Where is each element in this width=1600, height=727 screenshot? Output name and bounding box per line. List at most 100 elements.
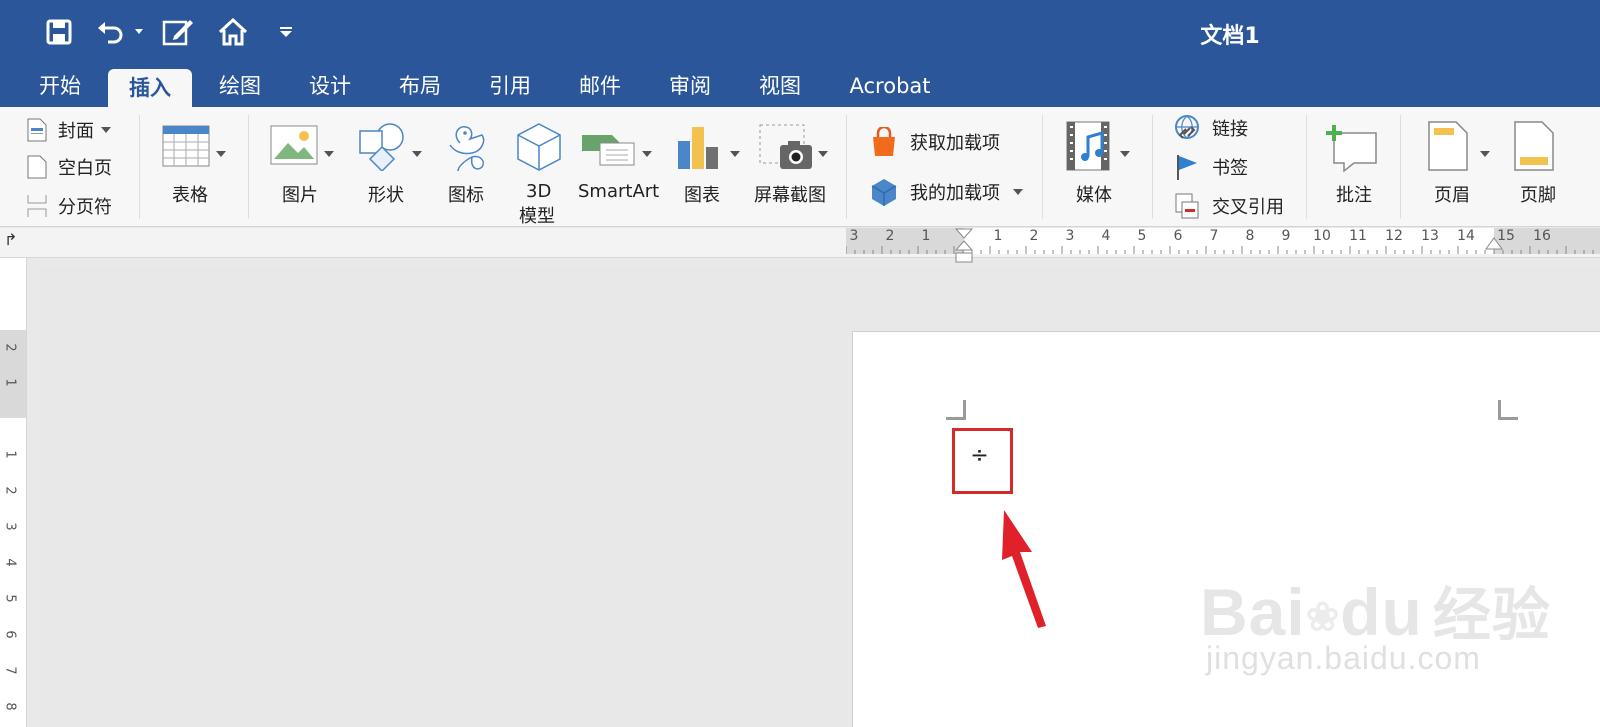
link-icon <box>1175 115 1199 139</box>
ruler-number: 5 <box>1137 228 1147 244</box>
my-addins-dropdown-icon[interactable] <box>1013 189 1023 195</box>
picture-label: 图片 <box>282 185 318 206</box>
table-label: 表格 <box>172 185 208 206</box>
get-addins-button[interactable]: 获取加载项 <box>870 125 1000 159</box>
vruler-number: 1 <box>2 450 18 459</box>
smartart-dropdown-icon[interactable] <box>642 151 652 157</box>
blank-page-icon <box>27 155 47 179</box>
smartart-icon <box>582 135 635 166</box>
chart-button[interactable]: 图表 <box>674 121 744 217</box>
annotation-arrow <box>1002 510 1046 628</box>
table-dropdown-icon[interactable] <box>216 151 226 157</box>
vruler-number: 5 <box>2 594 18 603</box>
screenshot-dropdown-icon[interactable] <box>818 151 828 157</box>
media-label: 媒体 <box>1076 185 1112 206</box>
cover-dropdown-icon[interactable] <box>101 127 111 133</box>
vruler-number: 7 <box>2 666 18 675</box>
document-title: 文档1 <box>1200 24 1260 49</box>
ruler-number: 12 <box>1385 228 1403 244</box>
undo-icon[interactable] <box>94 14 128 50</box>
save-icon[interactable] <box>42 14 76 50</box>
header-dropdown-icon[interactable] <box>1480 151 1490 157</box>
shapes-icon <box>359 123 404 171</box>
screenshot-button[interactable]: 屏幕截图 <box>752 121 838 217</box>
link-button[interactable]: 链接 <box>1174 113 1248 143</box>
header-button[interactable]: 页眉 <box>1424 121 1494 217</box>
picture-icon <box>270 125 318 165</box>
tab-review[interactable]: 审阅 <box>652 67 728 107</box>
picture-dropdown-icon[interactable] <box>324 151 334 157</box>
vruler-number: 2 <box>2 486 18 495</box>
tab-view[interactable]: 视图 <box>742 67 818 107</box>
picture-button[interactable]: 图片 <box>268 121 340 217</box>
ruler-number: 10 <box>1313 228 1331 244</box>
right-indent-marker-icon[interactable] <box>1484 236 1504 256</box>
ruler-number: 16 <box>1533 228 1551 244</box>
word-window: 文档1 开始 插入 绘图 设计 布局 引用 邮件 审阅 视图 Acrobat 封… <box>0 0 1600 727</box>
3d-model-button[interactable]: 3D 模型 <box>512 121 566 227</box>
tab-acrobat[interactable]: Acrobat <box>838 67 942 107</box>
my-addins-button[interactable]: 我的加载项 <box>870 175 1000 209</box>
blank-page-button[interactable]: 空白页 <box>26 154 112 180</box>
shapes-button[interactable]: 形状 <box>356 121 426 217</box>
ribbon-separator <box>1400 115 1401 219</box>
page-break-button[interactable]: 分页符 <box>26 193 112 219</box>
indent-marker-icon[interactable] <box>954 228 974 264</box>
ruler-number: 13 <box>1421 228 1439 244</box>
blank-page-label: 空白页 <box>58 158 112 179</box>
footer-label: 页脚 <box>1520 185 1556 206</box>
vruler-number: 3 <box>2 522 18 531</box>
table-button[interactable]: 表格 <box>160 121 234 217</box>
tab-draw[interactable]: 绘图 <box>202 67 278 107</box>
ruler-number: 8 <box>1245 228 1255 244</box>
ribbon-tabs: 开始 插入 绘图 设计 布局 引用 邮件 审阅 视图 Acrobat <box>0 67 1600 109</box>
footer-button[interactable]: 页脚 <box>1510 121 1580 217</box>
vruler-number: 8 <box>2 702 18 711</box>
ruler-number: 14 <box>1457 228 1475 244</box>
screenshot-label: 屏幕截图 <box>754 185 826 206</box>
shapes-label: 形状 <box>368 185 404 206</box>
media-button[interactable]: 媒体 <box>1064 121 1134 217</box>
cover-page-button[interactable]: 封面 <box>26 117 94 143</box>
vruler-number: 2 <box>2 343 18 352</box>
ruler-number: 1 <box>921 228 931 244</box>
tab-layout[interactable]: 布局 <box>382 67 458 107</box>
icons-button[interactable]: 图标 <box>440 121 496 217</box>
comment-button[interactable]: 批注 <box>1326 121 1382 217</box>
margin-corner-mark <box>1498 400 1518 420</box>
title-bar: 文档1 <box>0 0 1600 67</box>
ruler-number: 9 <box>1281 228 1291 244</box>
edit-icon[interactable] <box>160 14 196 50</box>
shapes-dropdown-icon[interactable] <box>412 151 422 157</box>
ruler-number: 4 <box>1101 228 1111 244</box>
ribbon-separator <box>139 115 140 219</box>
customize-icon[interactable] <box>276 14 296 50</box>
smartart-button[interactable]: SmartArt <box>576 121 666 217</box>
cross-reference-button[interactable]: 交叉引用 <box>1174 191 1284 221</box>
ribbon: 封面 空白页 分页符 表格 图片 形状 图标 3D 模型 SmartArt 图表… <box>0 107 1600 227</box>
tab-mailings[interactable]: 邮件 <box>562 67 638 107</box>
chart-label: 图表 <box>684 185 720 206</box>
tab-selector-icon[interactable]: ↱ <box>4 230 22 252</box>
ruler-number: 3 <box>1065 228 1075 244</box>
media-dropdown-icon[interactable] <box>1120 151 1130 157</box>
icons-label: 图标 <box>448 185 484 206</box>
ribbon-separator <box>846 115 847 219</box>
3d-model-label-line2: 模型 <box>519 206 555 227</box>
home-icon[interactable] <box>215 14 251 50</box>
tab-home[interactable]: 开始 <box>22 67 98 107</box>
cover-page-label: 封面 <box>58 121 94 142</box>
cube-icon <box>517 123 561 171</box>
undo-dropdown-icon[interactable] <box>132 14 146 50</box>
tab-references[interactable]: 引用 <box>472 67 548 107</box>
addins-cube-icon <box>871 179 897 206</box>
ruler-number: 2 <box>1029 228 1039 244</box>
vruler-number: 1 <box>2 378 18 387</box>
bookmark-button[interactable]: 书签 <box>1174 152 1248 182</box>
footer-icon <box>1514 121 1554 171</box>
chart-dropdown-icon[interactable] <box>730 151 740 157</box>
tab-insert[interactable]: 插入 <box>108 69 192 109</box>
tab-design[interactable]: 设计 <box>292 67 368 107</box>
margin-corner-mark <box>946 400 966 420</box>
cross-reference-icon <box>1175 193 1199 219</box>
